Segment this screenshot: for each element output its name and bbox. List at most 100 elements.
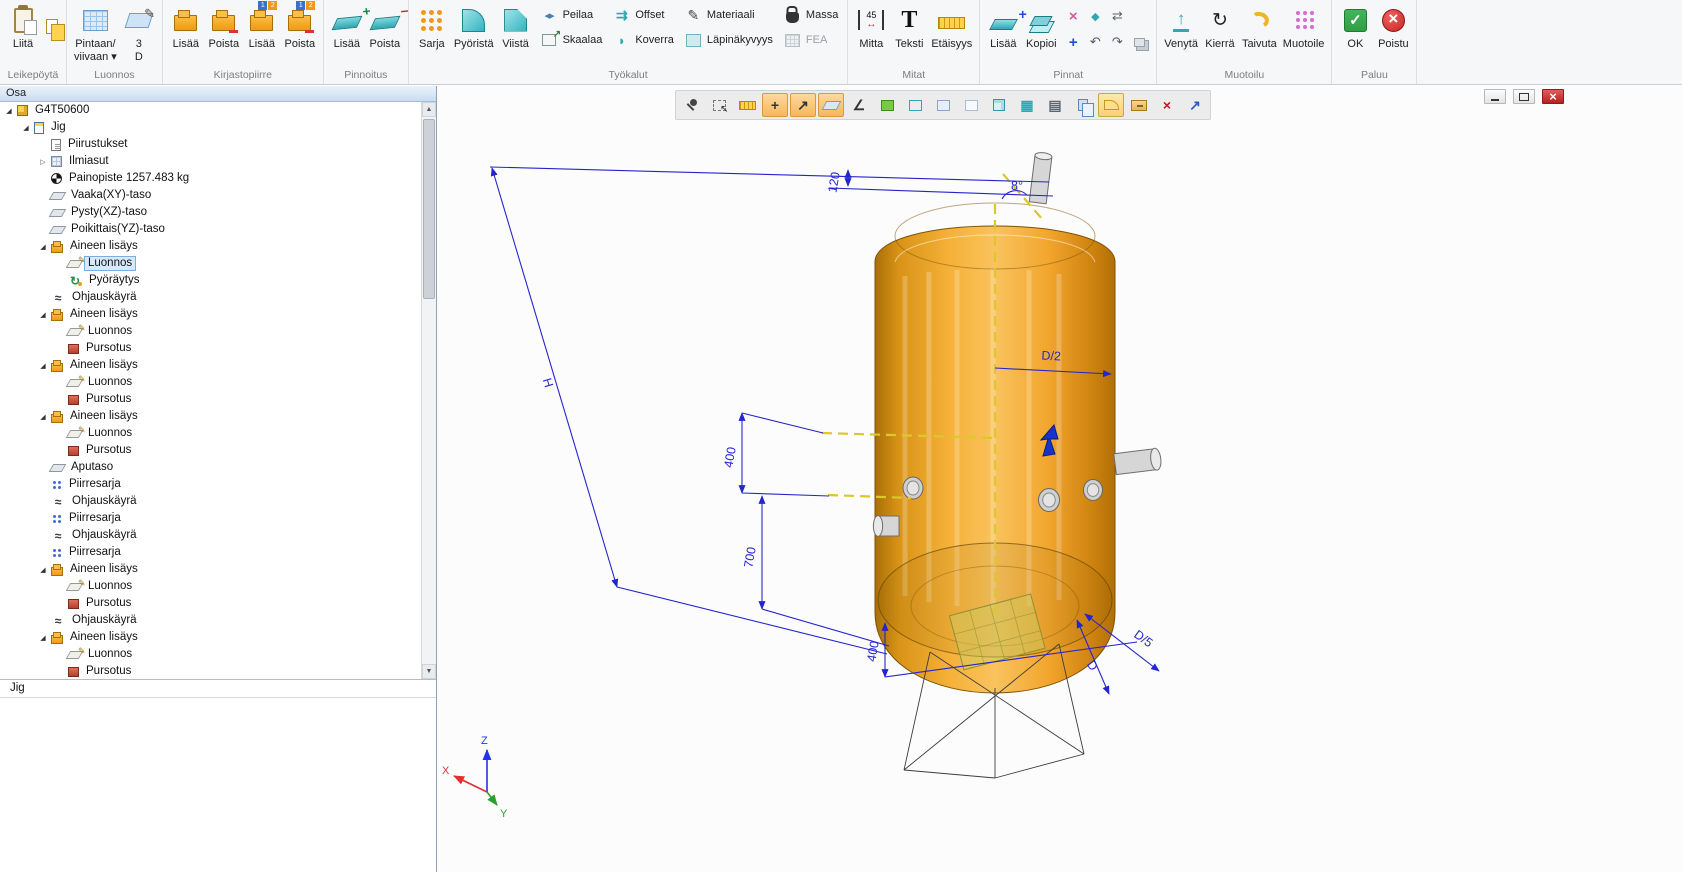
export-button[interactable]: ↗	[1182, 93, 1208, 117]
patch-face-button[interactable]	[1085, 6, 1105, 26]
drawer-button[interactable]	[1126, 93, 1152, 117]
fea-button[interactable]: FEA	[783, 31, 838, 49]
tree-item-ilmiasut[interactable]: Ilmiasut	[0, 153, 421, 170]
peilaa-button[interactable]: Peilaa	[540, 6, 603, 24]
nozzle-right[interactable]	[1114, 448, 1162, 475]
tree-item-piirresarja[interactable]: Piirresarja	[0, 510, 421, 527]
mitta-button[interactable]: 45Mitta	[852, 0, 890, 64]
3-d-button[interactable]: 3 D	[120, 0, 158, 64]
copy-sheets-button[interactable]	[1070, 93, 1096, 117]
grid-box-button[interactable]: ▦	[1014, 93, 1040, 117]
liit-button[interactable]: Liitä	[4, 0, 42, 64]
venyt-button[interactable]: Venytä	[1161, 0, 1201, 64]
skaalaa-button[interactable]: Skaalaa	[540, 31, 603, 49]
snap-axis-button[interactable]: ↗	[790, 93, 816, 117]
expander-icon[interactable]	[4, 107, 14, 115]
koverra-button[interactable]: Koverra	[612, 31, 674, 49]
sheet-button[interactable]: ▤	[1042, 93, 1068, 117]
tree-item-aineen-lis-ys[interactable]: Aineen lisäys	[0, 561, 421, 578]
tree-item-piirresarja[interactable]: Piirresarja	[0, 544, 421, 561]
restore-icon[interactable]	[1513, 89, 1535, 104]
expander-icon[interactable]	[38, 311, 48, 319]
pin-button[interactable]	[678, 93, 704, 117]
tree-item-aineen-lis-ys[interactable]: Aineen lisäys	[0, 238, 421, 255]
tree-item-luonnos[interactable]: Luonnos	[0, 578, 421, 595]
expander-icon[interactable]	[38, 158, 48, 166]
materiaali-button[interactable]: Materiaali	[684, 6, 773, 24]
tree-item-poikittais-yz-taso[interactable]: Poikittais(YZ)-taso	[0, 221, 421, 238]
lis-button[interactable]: Lisää	[984, 0, 1022, 64]
offset-button[interactable]: Offset	[612, 6, 674, 24]
tank-model[interactable]	[873, 152, 1162, 778]
lis-button[interactable]: Lisää	[328, 0, 366, 64]
scroll-down-icon[interactable]: ▼	[422, 664, 436, 679]
lis-button[interactable]: Lisää	[167, 0, 205, 64]
poista-button[interactable]: Poista	[205, 0, 243, 64]
tree-item-aineen-lis-ys[interactable]: Aineen lisäys	[0, 357, 421, 374]
tree-item-luonnos[interactable]: Luonnos	[0, 646, 421, 663]
lis-button[interactable]: 12Lisää	[243, 0, 281, 64]
tree-item-aineen-lis-ys[interactable]: Aineen lisäys	[0, 306, 421, 323]
scroll-up-icon[interactable]: ▲	[422, 102, 436, 117]
py-rist-button[interactable]: Pyöristä	[451, 0, 497, 64]
swap-face-button[interactable]	[1107, 6, 1127, 26]
plane-lighter-button[interactable]	[958, 93, 984, 117]
poista-button[interactable]: Poista	[366, 0, 404, 64]
tree-item-aputaso[interactable]: Aputaso	[0, 459, 421, 476]
tree-item-pysty-xz-taso[interactable]: Pysty(XZ)-taso	[0, 204, 421, 221]
tree-item-ohjausk-yr[interactable]: Ohjauskäyrä	[0, 612, 421, 629]
face-green-button[interactable]	[874, 93, 900, 117]
snap-angle-button[interactable]: ∠	[846, 93, 872, 117]
massa-button[interactable]: Massa	[783, 6, 838, 24]
expander-icon[interactable]	[38, 243, 48, 251]
ok-button[interactable]: OK	[1336, 0, 1374, 64]
tree-item-aineen-lis-ys[interactable]: Aineen lisäys	[0, 629, 421, 646]
tree-item-luonnos[interactable]: Luonnos	[0, 255, 421, 272]
teksti-button[interactable]: Teksti	[890, 0, 928, 64]
surface-patch-button[interactable]	[1098, 93, 1124, 117]
expander-icon[interactable]	[38, 566, 48, 574]
tree-item-ohjausk-yr[interactable]: Ohjauskäyrä	[0, 493, 421, 510]
tree-item-pursotus[interactable]: Pursotus	[0, 442, 421, 459]
tree-item-pursotus[interactable]: Pursotus	[0, 340, 421, 357]
viewport-canvas[interactable]: 120 8° D/2 H 400 700 400 D/5 D Z X Y	[437, 86, 1682, 872]
pick-add-button[interactable]	[706, 93, 732, 117]
face-stack-button[interactable]	[1129, 32, 1149, 52]
delete-button[interactable]: ×	[1154, 93, 1180, 117]
remove-face-button[interactable]	[1063, 6, 1083, 26]
tree-item-pursotus[interactable]: Pursotus	[0, 391, 421, 408]
close-icon[interactable]	[1542, 89, 1564, 104]
tree-item-piirresarja[interactable]: Piirresarja	[0, 476, 421, 493]
minimize-icon[interactable]	[1484, 89, 1506, 104]
tree-item-piirustukset[interactable]: Piirustukset	[0, 136, 421, 153]
poista-button[interactable]: 12Poista	[281, 0, 319, 64]
viist-button[interactable]: Viistä	[497, 0, 535, 64]
tree-item-py-r-ytys[interactable]: Pyöräytys	[0, 272, 421, 289]
rotate-face-left-button[interactable]	[1085, 32, 1105, 52]
plane-light-button[interactable]	[930, 93, 956, 117]
tree-item-ohjausk-yr[interactable]: Ohjauskäyrä	[0, 527, 421, 544]
taivuta-button[interactable]: Taivuta	[1239, 0, 1280, 64]
tree-item-luonnos[interactable]: Luonnos	[0, 323, 421, 340]
tree-item-luonnos[interactable]: Luonnos	[0, 374, 421, 391]
add-face-button[interactable]	[1063, 32, 1083, 52]
muotoile-button[interactable]: Muotoile	[1280, 0, 1328, 64]
tree-item-g4t50600[interactable]: G4T50600	[0, 102, 421, 119]
expander-icon[interactable]	[21, 124, 31, 132]
sarja-button[interactable]: Sarja	[413, 0, 451, 64]
expander-icon[interactable]	[38, 362, 48, 370]
face-wireframe-button[interactable]	[902, 93, 928, 117]
pintaan-viivaan-button[interactable]: Pintaan/ viivaan ▾	[71, 0, 120, 64]
viewport-3d[interactable]: 120 8° D/2 H 400 700 400 D/5 D Z X Y	[437, 86, 1682, 872]
expander-icon[interactable]	[38, 413, 48, 421]
et-isyys-button[interactable]: Etäisyys	[928, 0, 975, 64]
copy-button[interactable]	[42, 16, 62, 36]
tree-scrollbar[interactable]: ▲ ▼	[421, 102, 436, 679]
tree-item-ohjausk-yr[interactable]: Ohjauskäyrä	[0, 289, 421, 306]
tree-item-painopiste-1257-483-kg[interactable]: Painopiste 1257.483 kg	[0, 170, 421, 187]
kopioi-button[interactable]: Kopioi	[1022, 0, 1060, 64]
cube-button[interactable]	[986, 93, 1012, 117]
tree-item-aineen-lis-ys[interactable]: Aineen lisäys	[0, 408, 421, 425]
poistu-button[interactable]: Poistu	[1374, 0, 1412, 64]
scrollbar-thumb[interactable]	[423, 119, 435, 299]
